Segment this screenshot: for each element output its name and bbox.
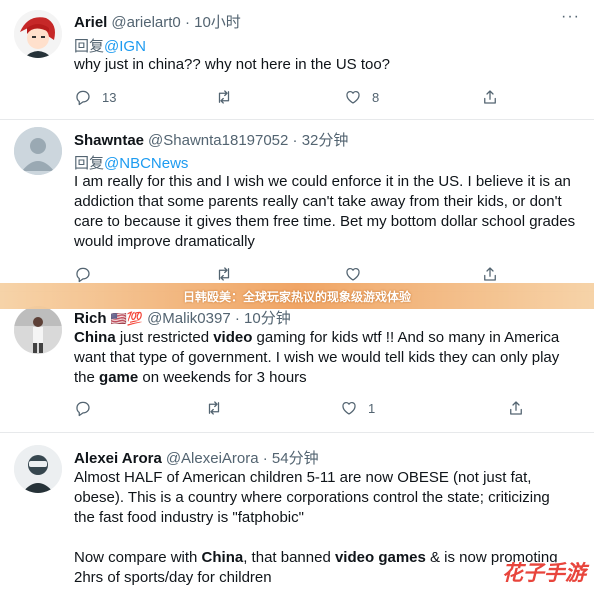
promo-banner: 日韩殴美：全球玩家热议的现象级游戏体验 — [0, 283, 594, 309]
heart-icon — [342, 401, 356, 415]
timestamp[interactable]: · 32分钟 — [293, 132, 349, 149]
tweet-text-line: would improve dramatically — [74, 233, 255, 250]
tweet-text-line: Almost HALF of American children 5-11 ar… — [74, 469, 532, 486]
user-handle[interactable]: @Malik0397 — [147, 310, 231, 327]
tweet-ariel[interactable]: Ariel @arielart0 · 10小时 ··· 回复@IGN why ju… — [0, 0, 594, 120]
user-handle[interactable]: @arielart0 — [111, 14, 180, 31]
retweet-icon — [218, 90, 230, 104]
avatar-image — [14, 445, 62, 493]
reply-context: 回复@NBCNews — [74, 152, 188, 173]
reply-icon — [76, 267, 90, 283]
like-button[interactable]: 8 — [344, 88, 379, 106]
reply-button[interactable]: 13 — [74, 88, 116, 106]
timestamp[interactable]: · 54分钟 — [263, 450, 319, 467]
keyword-highlight: game — [99, 369, 139, 386]
share-button[interactable] — [481, 265, 499, 283]
reply-count: 13 — [102, 89, 117, 105]
tweet-text-line: why just in china?? why not here in the … — [74, 56, 391, 73]
site-watermark: 花子手游 — [502, 562, 586, 585]
heart-icon — [346, 90, 360, 104]
tweet-text-line: the fast food industry is "fatphobic" — [74, 509, 304, 526]
share-icon — [484, 267, 496, 281]
avatar-image — [14, 306, 62, 354]
retweet-button[interactable] — [205, 399, 223, 417]
share-icon — [484, 90, 496, 104]
text-span: on weekends for 3 hours — [138, 369, 307, 386]
avatar[interactable] — [14, 445, 62, 493]
more-options-icon[interactable]: ··· — [561, 8, 580, 26]
share-button[interactable] — [507, 399, 525, 417]
tweet-text-line: addiction that some parents really can't… — [74, 193, 562, 210]
timestamp[interactable]: · 10分钟 — [235, 310, 291, 327]
keyword-highlight: video — [213, 329, 253, 346]
retweet-icon — [208, 401, 220, 415]
tweet-header: Rich 🇺🇸💯 @Malik0397 · 10分钟 — [74, 307, 291, 328]
heart-icon — [346, 267, 360, 281]
share-button[interactable] — [481, 88, 499, 106]
text-span: the — [74, 369, 100, 386]
text-span: gaming for kids wtf !! And so many in Am… — [252, 329, 560, 346]
reply-mention-link[interactable]: @IGN — [104, 38, 146, 55]
tweet-header: Alexei Arora @AlexeiArora · 54分钟 — [74, 447, 319, 468]
like-button[interactable] — [344, 265, 362, 283]
keyword-highlight: China — [74, 329, 116, 346]
reply-mention-link[interactable]: @NBCNews — [104, 155, 188, 172]
tweet-text-line: want that type of government. I wish we … — [74, 349, 560, 366]
like-count: 1 — [368, 400, 376, 416]
tweet-actions: 1 — [74, 399, 524, 419]
timestamp[interactable]: · 10小时 — [185, 14, 241, 31]
like-button[interactable]: 1 — [340, 399, 375, 417]
tweet-text-line: the game on weekends for 3 hours — [74, 368, 582, 388]
keyword-highlight: video games — [334, 549, 426, 566]
tweet-text-line: China just restricted video gaming for k… — [74, 328, 582, 348]
text-span: , that banned — [243, 549, 335, 566]
avatar[interactable] — [14, 127, 62, 175]
like-count: 8 — [372, 89, 380, 105]
reply-button[interactable] — [74, 399, 92, 417]
retweet-button[interactable] — [215, 265, 233, 283]
tweet-actions — [74, 265, 524, 285]
tweet-actions: 13 8 — [74, 88, 524, 108]
text-span: Now compare with — [74, 549, 202, 566]
display-name[interactable]: Rich — [74, 310, 107, 327]
display-name[interactable]: Ariel — [74, 14, 107, 31]
reply-icon — [76, 401, 90, 417]
banner-text: 日韩殴美：全球玩家热议的现象级游戏体验 — [182, 289, 411, 304]
reply-icon — [76, 90, 90, 106]
retweet-button[interactable] — [215, 88, 233, 106]
tweet-rich[interactable]: Rich 🇺🇸💯 @Malik0397 · 10分钟 China just res… — [0, 292, 594, 432]
retweet-icon — [218, 267, 230, 281]
tweet-header: Shawntae @Shawnta18197052 · 32分钟 — [74, 129, 348, 150]
display-name[interactable]: Shawntae — [74, 132, 144, 149]
reply-prefix: 回复 — [74, 155, 105, 172]
reply-context: 回复@IGN — [74, 35, 146, 56]
tweet-text: I am really for this and I wish we could… — [74, 172, 582, 252]
tweet-text-line: care to because it gives them free time.… — [74, 213, 576, 230]
text-span: just restricted — [115, 329, 214, 346]
reply-prefix: 回复 — [74, 38, 105, 55]
avatar-image — [14, 10, 62, 58]
user-handle[interactable]: @AlexeiArora — [166, 450, 259, 467]
reply-button[interactable] — [74, 265, 92, 283]
default-avatar-icon — [14, 127, 62, 175]
tweet-text: why just in china?? why not here in the … — [74, 55, 582, 75]
keyword-highlight: China — [201, 549, 244, 566]
tweet-text-line: I am really for this and I wish we could… — [74, 173, 571, 190]
tweet-header: Ariel @arielart0 · 10小时 — [74, 11, 241, 32]
share-icon — [510, 401, 522, 415]
avatar[interactable] — [14, 306, 62, 354]
tweet-text-line: obese). This is a country where corporat… — [74, 489, 550, 506]
avatar[interactable] — [14, 10, 62, 58]
tweet-text: China just restricted video gaming for k… — [74, 328, 582, 388]
display-name[interactable]: Alexei Arora — [74, 450, 162, 467]
tweet-shawntae[interactable]: Shawntae @Shawnta18197052 · 32分钟 回复@NBCNe… — [0, 120, 594, 292]
user-handle[interactable]: @Shawnta18197052 — [148, 132, 288, 149]
name-emoji: 🇺🇸💯 — [110, 311, 144, 326]
